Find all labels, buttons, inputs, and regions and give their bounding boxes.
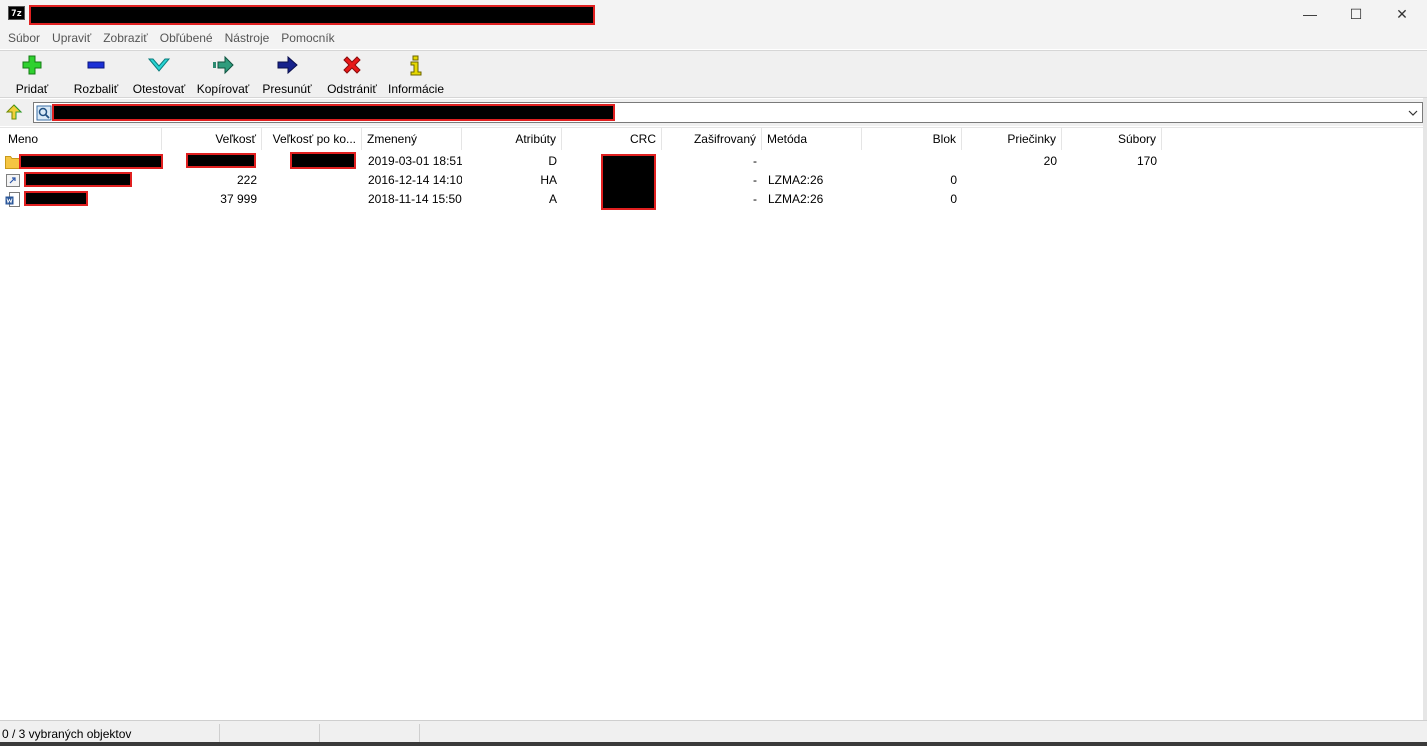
info-label: Informácie: [387, 82, 445, 96]
close-button[interactable]: ✕: [1379, 0, 1425, 28]
column-header-size[interactable]: Veľkosť: [162, 128, 262, 150]
row-name-redacted: [24, 172, 132, 187]
maximize-button[interactable]: ☐: [1333, 0, 1379, 28]
menu-help[interactable]: Pomocník: [275, 28, 340, 49]
chevron-down-icon: [1408, 110, 1418, 116]
up-folder-icon: [5, 104, 23, 120]
taskbar-edge: [0, 742, 1427, 746]
row-encrypted: -: [753, 173, 757, 187]
delete-button[interactable]: Odstrániť: [325, 53, 379, 97]
delete-label: Odstrániť: [327, 82, 377, 96]
info-button[interactable]: Informácie: [386, 53, 446, 97]
table-row[interactable]: 222 2016-12-14 14:10 HA - LZMA2:26 0: [0, 171, 1423, 190]
row-size-redacted: [186, 153, 256, 168]
row-encrypted: -: [753, 192, 757, 206]
column-header-block[interactable]: Blok: [862, 128, 962, 150]
status-pane-2: [220, 724, 320, 744]
row-block: 0: [950, 173, 957, 187]
info-icon: [404, 53, 428, 77]
copy-label: Kopírovať: [196, 82, 250, 96]
row-size: 37 999: [220, 192, 257, 206]
window-title-redacted: [29, 5, 595, 25]
row-name-redacted: [24, 191, 88, 206]
column-header-name[interactable]: Meno: [0, 128, 162, 150]
row-block: 0: [950, 192, 957, 206]
row-modified: 2019-03-01 18:51: [368, 154, 462, 168]
row-size: 222: [236, 173, 257, 187]
row-packed-redacted: [290, 152, 356, 169]
archive-location-icon: [36, 105, 52, 121]
status-pane-3: [320, 724, 420, 744]
column-header-files[interactable]: Súbory: [1062, 128, 1162, 150]
extract-label: Rozbaliť: [73, 82, 119, 96]
7zip-app-icon[interactable]: 7z: [8, 6, 25, 20]
up-folder-button[interactable]: [3, 102, 25, 122]
column-header-packed-size[interactable]: Veľkosť po ko...: [262, 128, 362, 150]
menu-bar: Súbor Upraviť Zobraziť Obľúbené Nástroje…: [0, 28, 1427, 49]
title-bar: 7z — ☐ ✕: [0, 0, 1427, 28]
column-header-attributes[interactable]: Atribúty: [462, 128, 562, 150]
toolbar: Pridať Rozbaliť Otestovať Kopírovať Pres…: [0, 50, 1427, 98]
window-edge: [1423, 98, 1427, 720]
row-method: LZMA2:26: [768, 173, 824, 187]
row-modified: 2016-12-14 14:10: [368, 173, 462, 187]
row-files: 170: [1136, 154, 1157, 168]
column-header-encrypted[interactable]: Zašifrovaný: [662, 128, 762, 150]
move-label: Presunúť: [262, 82, 312, 96]
menu-favorites[interactable]: Obľúbené: [154, 28, 219, 49]
row-method: [768, 152, 862, 171]
menu-file[interactable]: Súbor: [2, 28, 46, 49]
move-button[interactable]: Presunúť: [262, 53, 312, 97]
address-input[interactable]: [33, 102, 1423, 123]
crc-column-redacted: [601, 154, 656, 210]
extract-button[interactable]: Rozbaliť: [72, 53, 120, 97]
menu-view[interactable]: Zobraziť: [97, 28, 154, 49]
column-header-crc[interactable]: CRC: [562, 128, 662, 150]
address-bar: [0, 99, 1427, 126]
minus-icon: [84, 53, 108, 77]
row-attributes: A: [548, 192, 557, 206]
minimize-button[interactable]: —: [1287, 0, 1333, 28]
row-modified: 2018-11-14 15:50: [368, 192, 462, 206]
row-name-redacted: [19, 154, 163, 169]
column-header-method[interactable]: Metóda: [762, 128, 862, 150]
row-attributes: HA: [540, 173, 557, 187]
column-header-folders[interactable]: Priečinky: [962, 128, 1062, 150]
row-attributes: D: [548, 154, 557, 168]
row-method: LZMA2:26: [768, 192, 824, 206]
row-folders: 20: [1043, 154, 1057, 168]
add-button[interactable]: Pridať: [13, 53, 51, 97]
move-arrow-icon: [275, 53, 299, 77]
row-block: [862, 152, 957, 171]
column-header-modified[interactable]: Zmenený: [362, 128, 462, 150]
copy-arrow-icon: [211, 53, 235, 77]
word-document-icon: [5, 192, 20, 207]
status-selection-count: 0 / 3 vybraných objektov: [0, 724, 220, 744]
test-label: Otestovať: [132, 82, 186, 96]
test-button[interactable]: Otestovať: [131, 53, 187, 97]
address-redacted: [52, 104, 615, 121]
check-icon: [147, 53, 171, 77]
menu-edit[interactable]: Upraviť: [46, 28, 97, 49]
table-row[interactable]: 37 999 2018-11-14 15:50 A - LZMA2:26 0: [0, 190, 1423, 209]
shortcut-file-icon: [6, 174, 20, 187]
file-list[interactable]: Meno Veľkosť Veľkosť po ko... Zmenený At…: [0, 127, 1423, 719]
add-label: Pridať: [15, 82, 49, 96]
menu-tools[interactable]: Nástroje: [219, 28, 276, 49]
address-dropdown-button[interactable]: [1406, 104, 1420, 121]
plus-icon: [20, 53, 44, 77]
copy-button[interactable]: Kopírovať: [195, 53, 251, 97]
row-encrypted: -: [753, 154, 757, 168]
delete-x-icon: [340, 53, 364, 77]
table-row[interactable]: 2019-03-01 18:51 D - 20 170: [0, 152, 1423, 171]
